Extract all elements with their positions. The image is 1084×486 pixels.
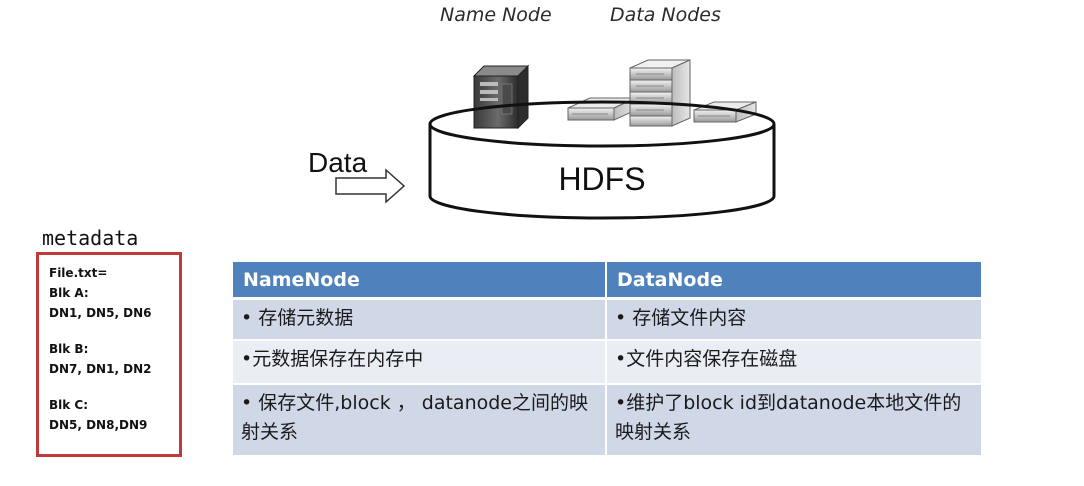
metadata-line: Blk A:	[49, 286, 89, 300]
table-cell: • 存储元数据	[233, 300, 607, 341]
table-row: • 存储元数据 • 存储文件内容	[233, 300, 981, 341]
server-tower-icon	[472, 64, 530, 130]
metadata-line: DN5, DN8,DN9	[49, 418, 148, 432]
metadata-line: DN1, DN5, DN6	[49, 306, 152, 320]
table-row: • 保存文件,block ， datanode之间的映射关系 •维护了block…	[233, 385, 981, 457]
metadata-spacer	[49, 323, 179, 339]
table-header-row: NameNode DataNode	[233, 262, 981, 300]
hdfs-diagram: HDFS Data	[308, 59, 776, 220]
comparison-table-wrap: NameNode DataNode • 存储元数据 • 存储文件内容 •元数据保…	[233, 262, 981, 457]
header-datanode: DataNode	[607, 262, 981, 300]
rack-server-icon	[629, 59, 691, 127]
metadata-line: Blk B:	[49, 342, 89, 356]
table-cell: •元数据保存在内存中	[233, 341, 607, 385]
metadata-line: DN7, DN1, DN2	[49, 362, 152, 376]
data-label: Data	[308, 147, 368, 178]
metadata-spacer	[49, 379, 179, 395]
table-cell: • 存储文件内容	[607, 300, 981, 341]
header-namenode: NameNode	[233, 262, 607, 300]
hdfs-label: HDFS	[558, 161, 645, 197]
table-cell: •维护了block id到datanode本地文件的映射关系	[607, 385, 981, 457]
metadata-line: File.txt=	[49, 266, 108, 280]
table-cell: •文件内容保存在磁盘	[607, 341, 981, 385]
table-cell: • 保存文件,block ， datanode之间的映射关系	[233, 385, 607, 457]
metadata-line: Blk C:	[49, 398, 89, 412]
table-row: •元数据保存在内存中 •文件内容保存在磁盘	[233, 341, 981, 385]
comparison-table: NameNode DataNode • 存储元数据 • 存储文件内容 •元数据保…	[233, 262, 981, 457]
metadata-title: metadata	[42, 226, 139, 250]
metadata-box: File.txt= Blk A: DN1, DN5, DN6 Blk B: DN…	[36, 252, 182, 457]
